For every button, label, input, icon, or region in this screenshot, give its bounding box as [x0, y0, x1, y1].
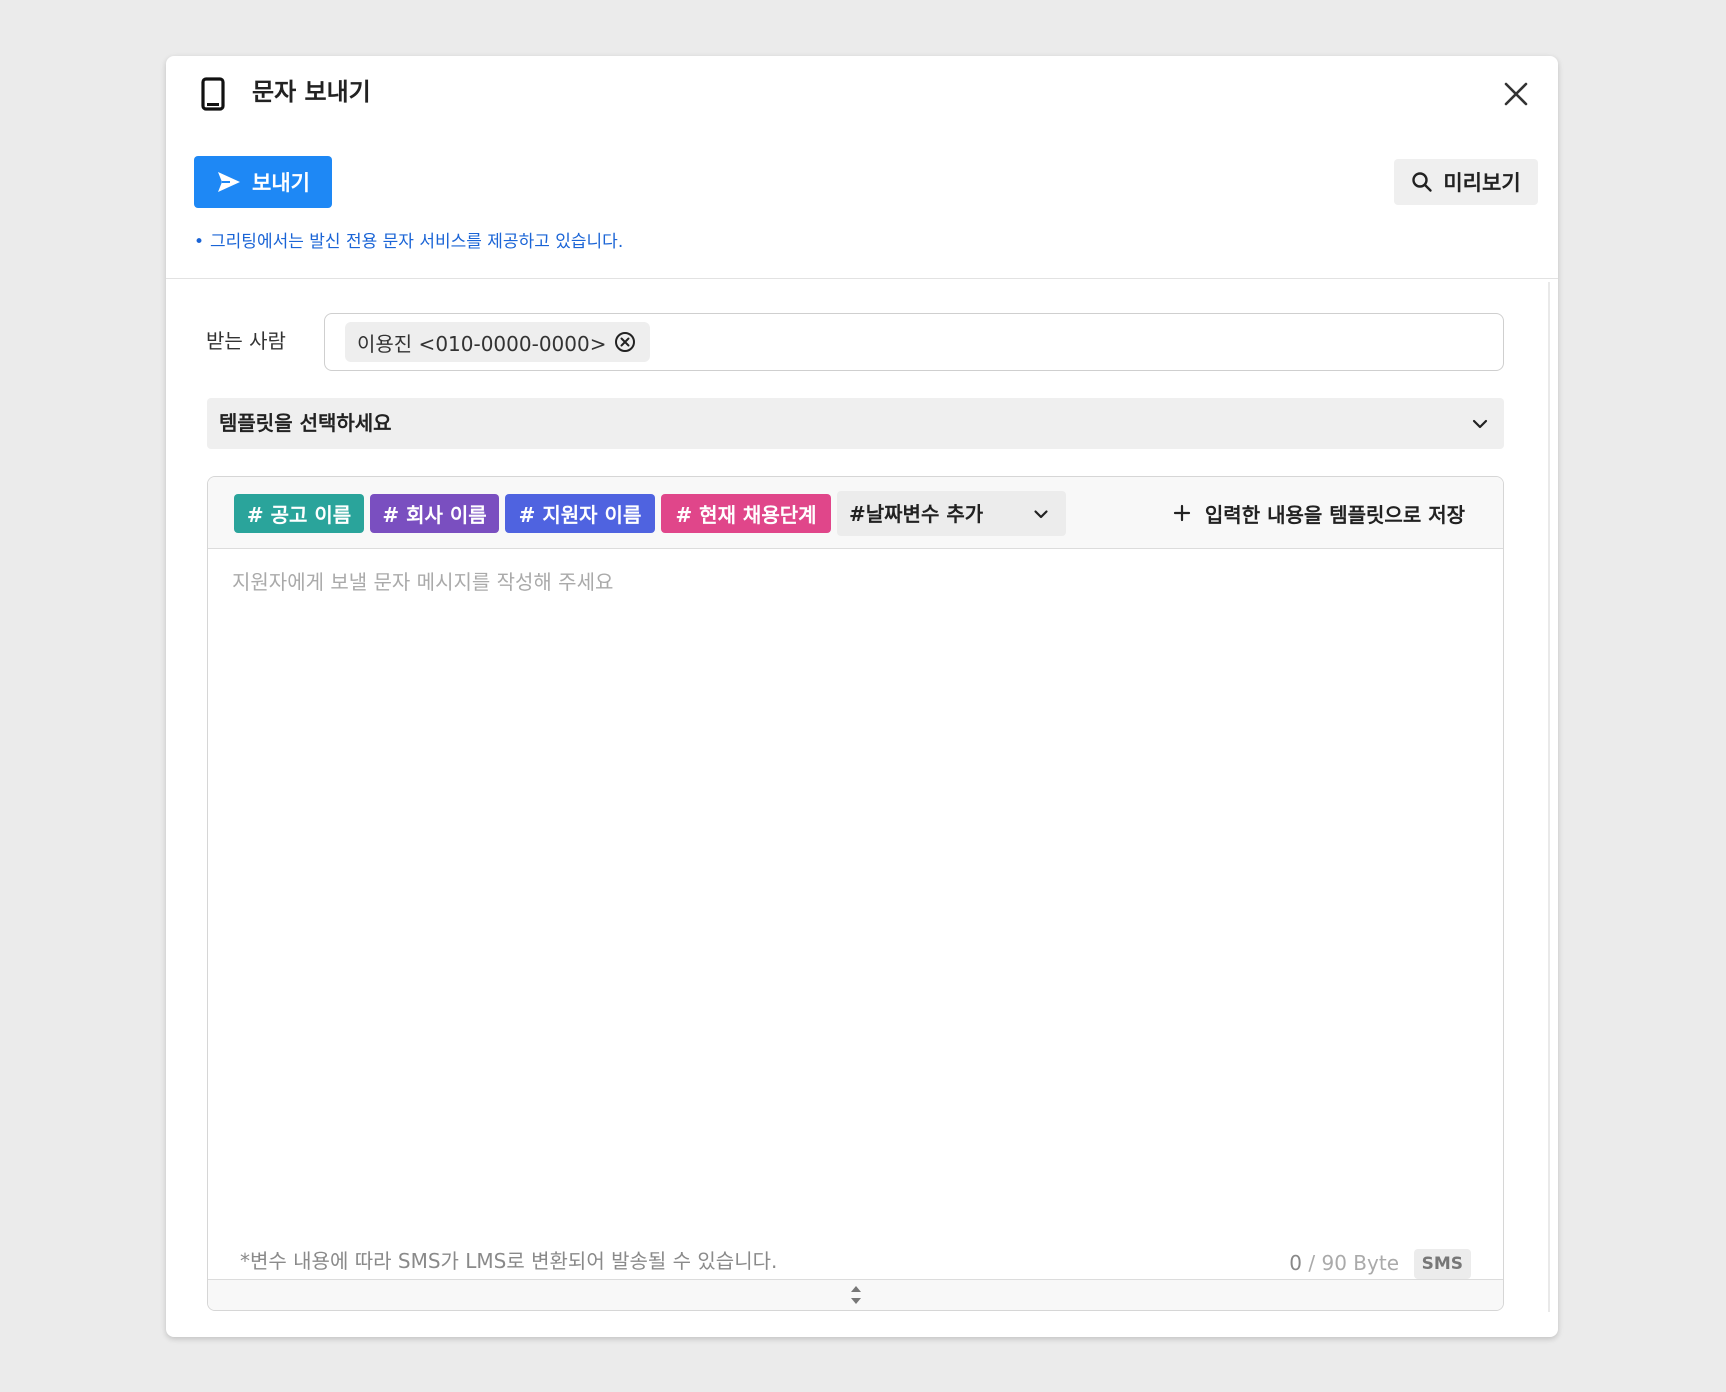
resize-handle-icon [850, 1286, 861, 1304]
variable-tag-current-stage[interactable]: # 현재 채용단계 [661, 494, 831, 533]
variable-tag-applicant-name[interactable]: # 지원자 이름 [505, 494, 655, 533]
sms-modal: 문자 보내기 보내기 미리보기 • 그리팅에서는 발신 전용 문자 서비스를 제공… [166, 56, 1558, 1337]
conversion-note: *변수 내용에 따라 SMS가 LMS로 변환되어 발송될 수 있습니다. [240, 1249, 778, 1273]
search-icon [1412, 172, 1433, 192]
notice-text: • 그리팅에서는 발신 전용 문자 서비스를 제공하고 있습니다. [194, 230, 623, 254]
scrollbar-track [1548, 282, 1550, 1312]
phone-icon [201, 77, 225, 111]
message-type-badge: SMS [1413, 1249, 1471, 1279]
recipient-chip-label: 이용진 <010-0000-0000> [357, 331, 607, 356]
byte-counter: 0 / 90 Byte [1289, 1249, 1399, 1277]
message-textarea[interactable] [208, 549, 1503, 1229]
send-button-label: 보내기 [252, 171, 310, 195]
modal-title: 문자 보내기 [252, 78, 371, 106]
notice-message: 그리팅에서는 발신 전용 문자 서비스를 제공하고 있습니다. [210, 232, 624, 252]
template-select-value: 템플릿을 선택하세요 [219, 411, 392, 435]
preview-button-label: 미리보기 [1443, 171, 1521, 195]
header-divider [166, 278, 1558, 279]
save-as-template-label: 입력한 내용을 템플릿으로 저장 [1204, 502, 1465, 527]
send-icon [218, 172, 241, 192]
editor-toolbar: # 공고 이름 # 회사 이름 # 지원자 이름 # 현재 채용단계 #날짜변수… [208, 477, 1503, 549]
template-select[interactable]: 템플릿을 선택하세요 [207, 398, 1504, 449]
modal-header: 문자 보내기 [166, 56, 1558, 122]
resize-handle[interactable] [208, 1279, 1503, 1310]
plus-icon [1173, 504, 1191, 522]
date-variable-label: #날짜변수 추가 [849, 502, 984, 526]
byte-current: 0 [1289, 1251, 1303, 1275]
notice-bullet: • [194, 232, 205, 252]
close-icon[interactable] [1502, 80, 1530, 108]
variable-tag-posting-name[interactable]: # 공고 이름 [234, 494, 364, 533]
remove-chip-icon[interactable] [614, 331, 636, 353]
byte-limit: / 90 Byte [1302, 1251, 1399, 1275]
recipient-input[interactable]: 이용진 <010-0000-0000> [324, 313, 1504, 371]
recipient-chip: 이용진 <010-0000-0000> [345, 322, 651, 362]
date-variable-dropdown[interactable]: #날짜변수 추가 [837, 491, 1066, 536]
recipient-label: 받는 사람 [206, 329, 286, 353]
variable-tag-company-name[interactable]: # 회사 이름 [370, 494, 499, 533]
message-editor: # 공고 이름 # 회사 이름 # 지원자 이름 # 현재 채용단계 #날짜변수… [207, 476, 1504, 1311]
preview-button[interactable]: 미리보기 [1394, 159, 1538, 205]
save-as-template-button[interactable]: 입력한 내용을 템플릿으로 저장 [1173, 495, 1465, 531]
chevron-down-icon [1472, 419, 1488, 429]
send-button[interactable]: 보내기 [194, 156, 332, 208]
chevron-down-icon [1034, 510, 1048, 519]
